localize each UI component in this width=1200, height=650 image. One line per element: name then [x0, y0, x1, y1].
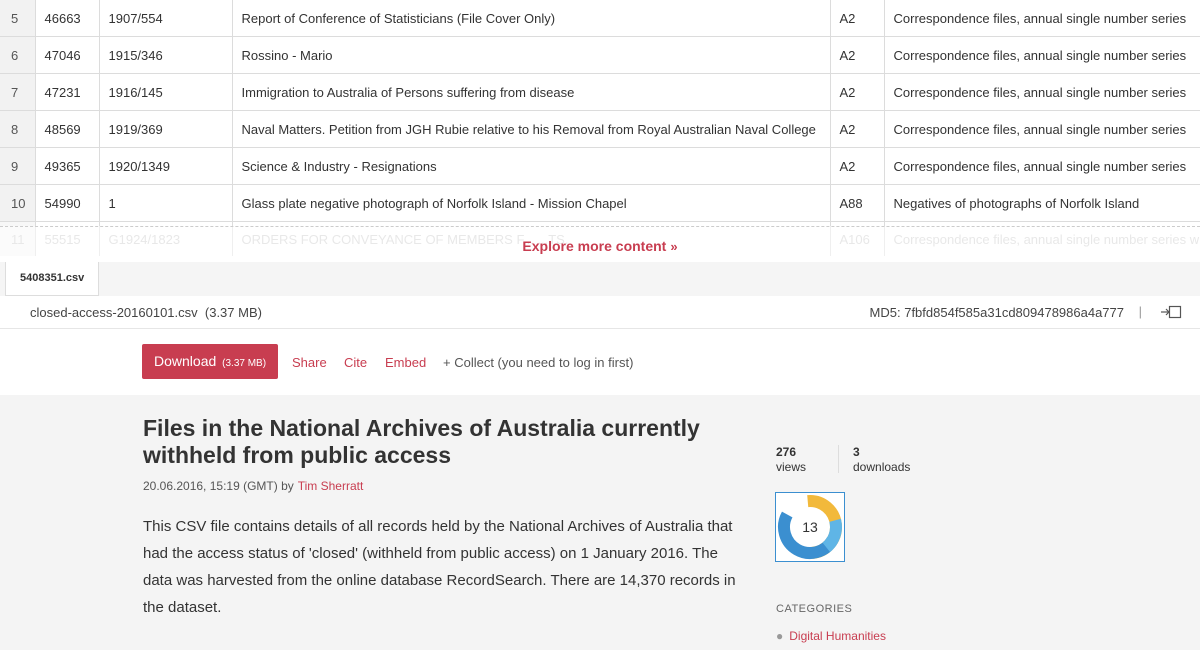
file-info-bar: closed-access-20160101.csv (3.37 MB) MD5… — [0, 296, 1200, 329]
table-cell-control: 1916/145 — [99, 73, 233, 111]
table-cell-title: Science & Industry - Resignations — [232, 147, 831, 185]
table-cell-series-title: Correspondence files, annual single numb… — [884, 0, 1200, 37]
publish-date: 20.06.2016, 15:19 (GMT) by — [143, 479, 294, 493]
views-stat: 276 views — [776, 445, 806, 475]
download-button[interactable]: Download (3.37 MB) — [142, 344, 279, 379]
author-link[interactable]: Tim Sherratt — [298, 479, 364, 493]
table-cell-id: 48569 — [35, 110, 100, 148]
views-label: views — [776, 460, 807, 474]
table-cell-title: Report of Conference of Statisticians (F… — [232, 0, 831, 37]
table-cell-control: 1907/554 — [99, 0, 233, 37]
categories-label: CATEGORIES — [776, 603, 853, 615]
article-meta: 20.06.2016, 15:19 (GMT) by Tim Sherratt — [143, 479, 363, 493]
table-cell-num: 5 — [0, 0, 36, 37]
downloads-label: downloads — [853, 460, 911, 474]
file-tab[interactable]: 5408351.csv — [5, 262, 100, 296]
downloads-stat: 3 downloads — [853, 445, 910, 475]
table-row: 8 48569 1919/369 Naval Matters. Petition fr… — [0, 110, 1200, 148]
table-cell-series: A2 — [830, 36, 885, 74]
file-size: (3.37 MB) — [204, 305, 262, 320]
file-tab-bar: 5408351.csv — [0, 262, 1200, 296]
file-name-line: closed-access-20160101.csv (3.37 MB) — [30, 305, 262, 320]
altmetric-score: 13 — [802, 519, 818, 535]
table-cell-title: Glass plate negative photograph of Norfo… — [232, 184, 831, 222]
article-description: This CSV file contains details of all re… — [143, 518, 736, 616]
table-cell-control: 1 — [99, 184, 233, 222]
table-row: 6 47046 1915/346 Rossino - Mario A2 Correspon… — [0, 36, 1200, 74]
table-cell-control: 1915/346 — [99, 36, 233, 74]
table-cell-num: 10 — [0, 184, 36, 222]
table-cell-series-title: Negatives of photographs of Norfolk Isla… — [884, 184, 1200, 222]
fullscreen-icon[interactable] — [1158, 304, 1182, 320]
file-name: closed-access-20160101.csv — [30, 305, 198, 320]
embed-link[interactable]: Embed — [385, 355, 426, 370]
table-cell-series: A2 — [830, 0, 885, 37]
downloads-count: 3 — [853, 445, 860, 459]
download-size: (3.37 MB) — [222, 358, 267, 369]
table-cell-id: 54990 — [35, 184, 100, 222]
table-cell-num: 9 — [0, 147, 36, 185]
download-label: Download — [154, 353, 217, 369]
table-cell-num: 7 — [0, 73, 36, 111]
table-cell-series: A2 — [830, 110, 885, 148]
double-chevron-down-icon: » — [670, 239, 678, 254]
divider: | — [1138, 304, 1142, 319]
explore-more-link[interactable]: Explore more content» — [522, 238, 677, 254]
table-cell-series-title: Correspondence files, annual single numb… — [884, 147, 1200, 185]
bullet-icon: ● — [776, 629, 784, 643]
table-row: 7 47231 1916/145 Immigration to Australia o… — [0, 73, 1200, 111]
table-cell-series-title: Correspondence files, annual single numb… — [884, 110, 1200, 148]
category-link[interactable]: Digital Humanities — [789, 629, 886, 643]
table-cell-num: 8 — [0, 110, 36, 148]
table-cell-title: Immigration to Australia of Persons suff… — [232, 73, 831, 111]
table-cell-series: A88 — [830, 184, 885, 222]
table-cell-id: 46663 — [35, 0, 100, 37]
share-link[interactable]: Share — [292, 355, 327, 370]
table-row: 5 46663 1907/554 Report of Conference of St… — [0, 0, 1200, 37]
preview-table: 5 46663 1907/554 Report of Conference of St… — [0, 0, 1200, 256]
cite-link[interactable]: Cite — [344, 355, 367, 370]
table-cell-title: Naval Matters. Petition from JGH Rubie r… — [232, 110, 831, 148]
article-section: Files in the National Archives of Austra… — [0, 395, 1200, 650]
table-cell-id: 47046 — [35, 36, 100, 74]
stats-divider — [838, 445, 839, 473]
actions-bar: Download (3.37 MB) Share Cite Embed + Co… — [0, 329, 1200, 395]
table-cell-control: 1919/369 — [99, 110, 233, 148]
table-row: 10 54990 1 Glass plate negative photograph … — [0, 184, 1200, 222]
table-cell-num: 6 — [0, 36, 36, 74]
csv-preview-table: 5 46663 1907/554 Report of Conference of St… — [0, 0, 1200, 263]
views-count: 276 — [776, 445, 797, 459]
table-cell-title: Rossino - Mario — [232, 36, 831, 74]
table-cell-id: 49365 — [35, 147, 100, 185]
md5-hash: MD5: 7fbfd854f585a31cd809478986a4a777 — [869, 305, 1124, 320]
table-cell-control: 1920/1349 — [99, 147, 233, 185]
table-cell-series: A2 — [830, 147, 885, 185]
collect-link[interactable]: + Collect (you need to log in first) — [443, 355, 633, 370]
table-cell-series-title: Correspondence files, annual single numb… — [884, 73, 1200, 111]
table-cell-id: 47231 — [35, 73, 100, 111]
table-row: 9 49365 1920/1349 Science & Industry - Resi… — [0, 147, 1200, 185]
altmetric-badge[interactable]: 13 — [775, 492, 845, 562]
category-item: ● Digital Humanities — [776, 629, 886, 643]
explore-more-label: Explore more content — [522, 238, 667, 254]
table-cell-series: A2 — [830, 73, 885, 111]
table-cell-series-title: Correspondence files, annual single numb… — [884, 36, 1200, 74]
page-title: Files in the National Archives of Austra… — [143, 415, 700, 468]
explore-more: Explore more content» — [0, 238, 1200, 256]
